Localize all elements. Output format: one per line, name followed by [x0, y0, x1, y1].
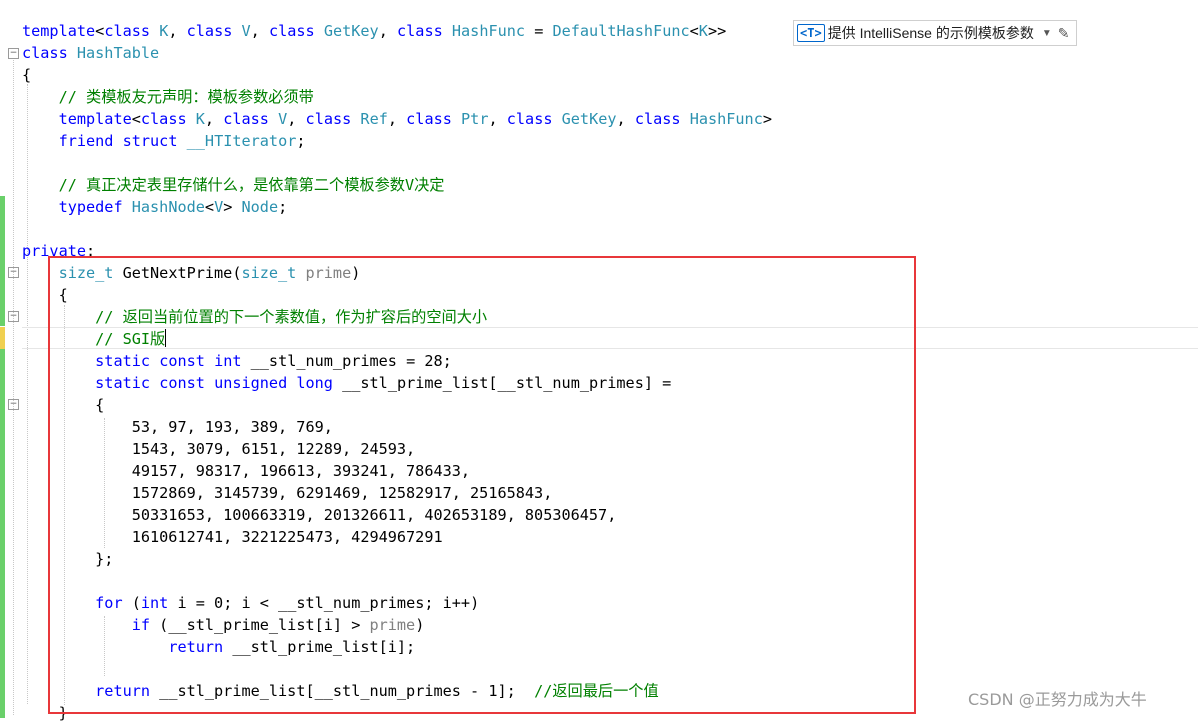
code-token: class — [397, 22, 443, 40]
code-token: GetKey — [561, 110, 617, 128]
code-line[interactable]: typedef HashNode<V> Node; — [22, 196, 288, 218]
code-token: class — [406, 110, 452, 128]
change-bar — [0, 349, 5, 718]
code-token: , — [168, 22, 187, 40]
code-token: K — [195, 110, 205, 128]
code-token: ; — [278, 198, 288, 216]
code-token: Node — [241, 198, 279, 216]
highlight-annotation-box — [48, 256, 916, 714]
code-token: V — [214, 198, 224, 216]
code-token: = — [525, 22, 553, 40]
code-token: ; — [296, 132, 306, 150]
code-token: , — [287, 110, 306, 128]
code-line[interactable]: template<class K, class V, class Ref, cl… — [22, 108, 772, 130]
code-token: Ref — [360, 110, 388, 128]
collapse-toggle-icon[interactable]: − — [8, 48, 19, 59]
code-token: struct — [122, 132, 178, 150]
code-token: > — [223, 198, 242, 216]
csdn-watermark: CSDN @正努力成为大牛 — [968, 690, 1147, 709]
code-token: HashNode — [131, 198, 205, 216]
code-token: DefaultHashFunc — [552, 22, 690, 40]
code-token: class — [506, 110, 553, 128]
code-line[interactable]: template<class K, class V, class GetKey,… — [22, 20, 726, 42]
code-token: > — [762, 110, 772, 128]
code-token: , — [616, 110, 635, 128]
code-editor[interactable]: − − − − template<class K, class V, class Ge… — [0, 0, 1198, 722]
code-token: < — [204, 198, 215, 216]
code-token: class — [268, 22, 315, 40]
code-line[interactable]: { — [22, 64, 31, 86]
code-token: K — [698, 22, 708, 40]
code-token: , — [387, 110, 407, 128]
code-token: < — [689, 22, 699, 40]
change-bar — [0, 196, 5, 326]
intellisense-hint-label: 提供 IntelliSense 的示例模板参数 — [827, 25, 1034, 41]
code-token: >> — [707, 22, 727, 40]
code-token: template — [22, 22, 96, 40]
indent-guide-line — [13, 60, 14, 715]
code-token: , — [488, 110, 507, 128]
code-token: typedef — [58, 198, 123, 216]
code-token: template — [58, 110, 132, 128]
code-token: HashTable — [76, 44, 160, 62]
code-token: , — [204, 110, 224, 128]
code-token: GetKey — [323, 22, 379, 40]
code-line[interactable]: // 类模板友元声明：模板参数必须带 — [22, 86, 314, 108]
code-token: Ptr — [461, 110, 489, 128]
code-token: class — [634, 110, 681, 128]
code-token: class — [305, 110, 352, 128]
intellisense-template-hint[interactable]: <T> 提供 IntelliSense 的示例模板参数 ▼ ✎ — [793, 20, 1077, 46]
code-token: V — [278, 110, 288, 128]
code-token: class — [140, 110, 187, 128]
code-line[interactable]: class HashTable — [22, 42, 159, 64]
code-token: class — [104, 22, 151, 40]
code-line[interactable]: // 真正决定表里存储什么，是依靠第二个模板参数V决定 — [22, 174, 445, 196]
template-badge-icon: <T> — [797, 24, 825, 42]
code-token: < — [95, 22, 105, 40]
code-token: , — [250, 22, 269, 40]
code-token: // 类模板友元声明：模板参数必须带 — [58, 88, 314, 106]
code-token: , — [378, 22, 398, 40]
code-token: HashFunc — [689, 110, 763, 128]
code-token: V — [241, 22, 251, 40]
code-token: friend — [58, 132, 114, 150]
code-token: { — [22, 66, 32, 84]
code-token: < — [131, 110, 141, 128]
code-token: class — [22, 44, 68, 62]
change-bar — [0, 327, 5, 349]
code-token: K — [159, 22, 169, 40]
code-token: __HTIterator — [186, 132, 297, 150]
code-line[interactable]: friend struct __HTIterator; — [22, 130, 306, 152]
code-token: class — [223, 110, 269, 128]
code-token: HashFunc — [451, 22, 526, 40]
code-token: class — [186, 22, 233, 40]
code-token: // 真正决定表里存储什么，是依靠第二个模板参数V决定 — [58, 176, 445, 194]
edit-pencil-icon[interactable]: ✎ — [1058, 25, 1070, 42]
chevron-down-icon[interactable]: ▼ — [1042, 28, 1052, 39]
